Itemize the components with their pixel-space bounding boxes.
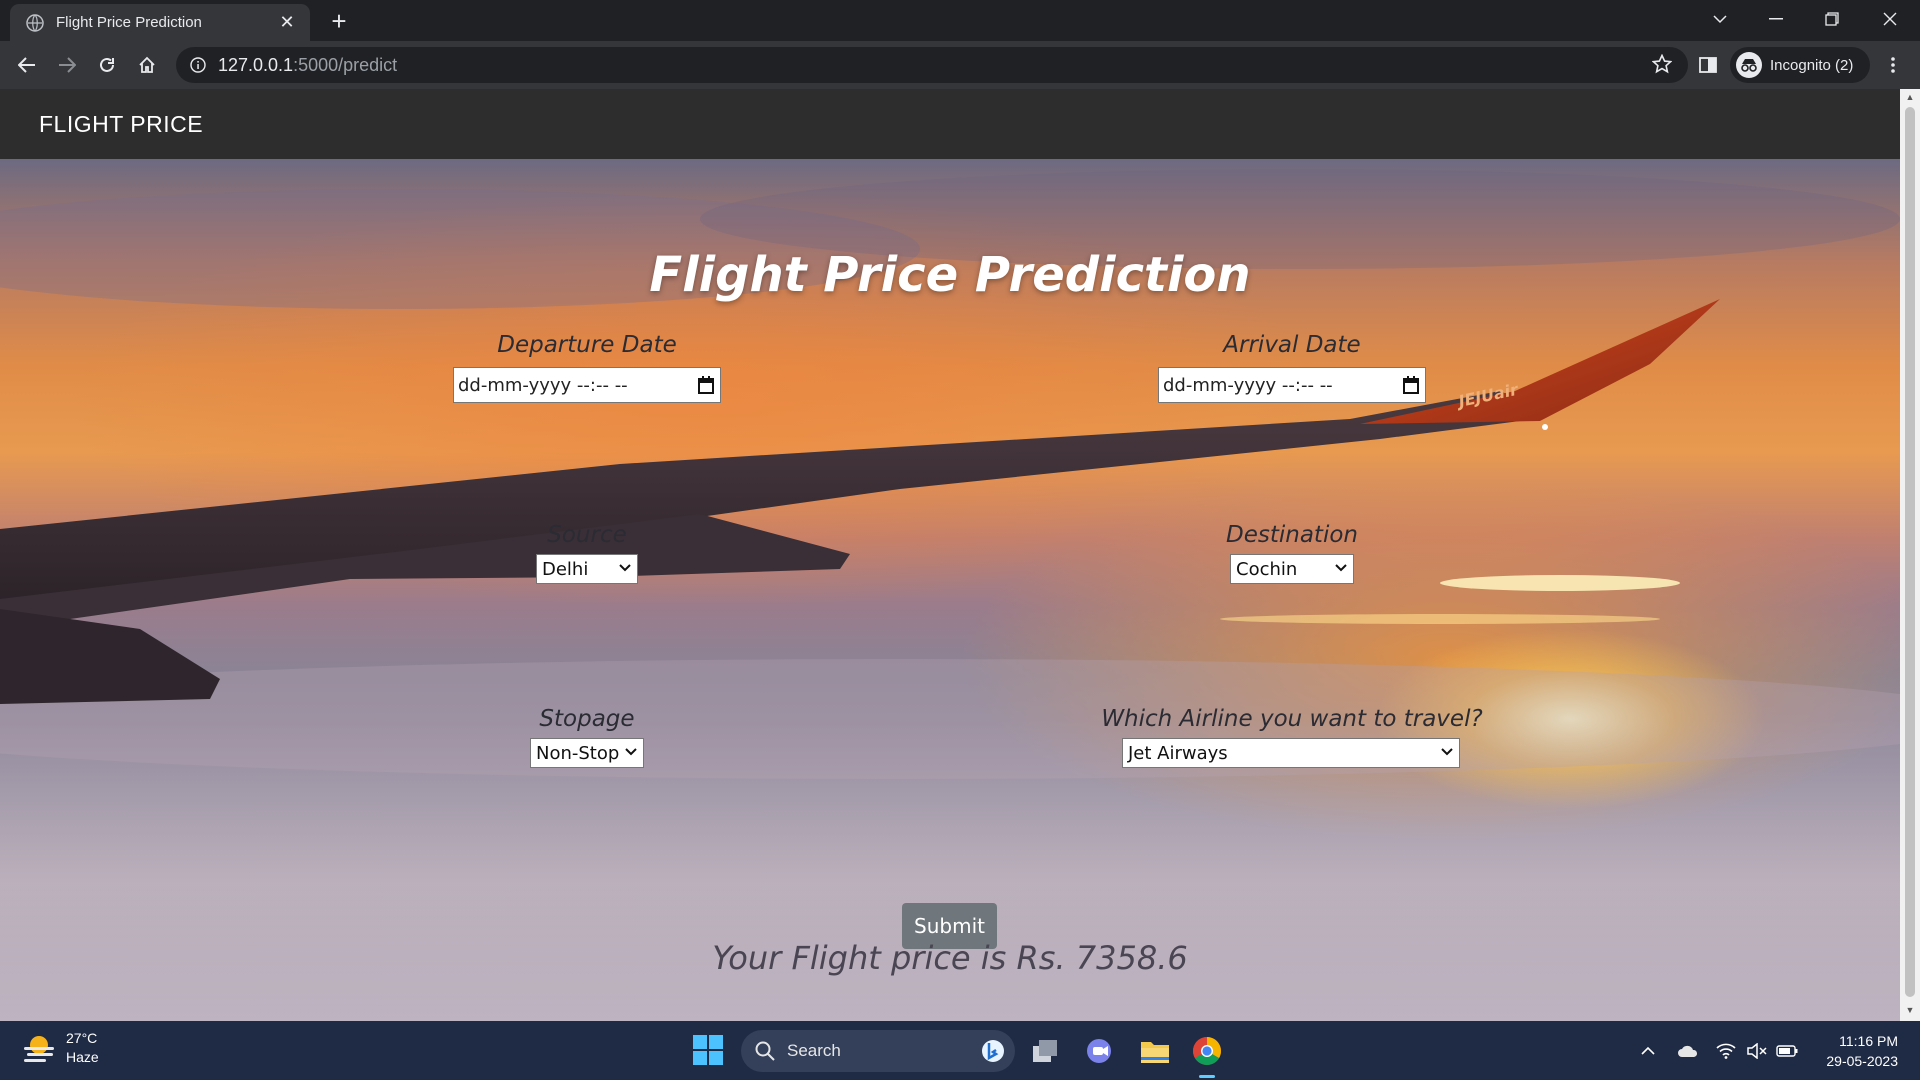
weather-temperature: 27°C — [66, 1030, 98, 1046]
back-arrow-icon[interactable] — [11, 49, 43, 81]
site-navbar: FLIGHT PRICE — [0, 89, 1900, 159]
bookmark-star-icon[interactable] — [1652, 54, 1672, 74]
url-path: :5000/predict — [293, 54, 398, 75]
page-scrollbar[interactable]: ▲ ▼ — [1900, 89, 1920, 1021]
arrival-label: Arrival Date — [1223, 332, 1361, 358]
side-panel-icon[interactable] — [1692, 49, 1724, 81]
clock-date: 29-05-2023 — [1826, 1053, 1898, 1069]
departure-date-input[interactable]: dd-mm-yyyy --:-- -- — [453, 367, 721, 403]
chevron-down-icon — [1335, 564, 1347, 572]
arrival-date-input[interactable]: dd-mm-yyyy --:-- -- — [1158, 367, 1426, 403]
volume-muted-icon[interactable] — [1745, 1039, 1769, 1063]
chrome-icon[interactable] — [1189, 1033, 1225, 1069]
minimize-icon[interactable] — [1756, 4, 1796, 34]
scroll-up-arrow-icon[interactable]: ▲ — [1904, 92, 1916, 104]
incognito-icon — [1736, 52, 1762, 78]
forward-arrow-icon[interactable] — [51, 49, 83, 81]
scroll-thumb[interactable] — [1905, 107, 1915, 997]
active-app-indicator — [1199, 1075, 1215, 1078]
stopage-select[interactable]: Non-Stop — [530, 738, 644, 768]
bing-icon[interactable] — [981, 1039, 1005, 1063]
reload-icon[interactable] — [91, 49, 123, 81]
battery-icon[interactable] — [1775, 1039, 1799, 1063]
page-viewport: FLIGHT PRICE JEJUair Flight Price Predic… — [0, 89, 1900, 1021]
address-bar[interactable]: 127.0.0.1:5000/predict — [176, 47, 1688, 83]
source-value: Delhi — [542, 558, 589, 580]
browser-titlebar: Flight Price Prediction ✕ + — [0, 0, 1920, 41]
show-hidden-icons-chevron-icon[interactable] — [1636, 1039, 1660, 1063]
close-window-icon[interactable] — [1870, 4, 1910, 34]
weather-widget[interactable]: 27°C Haze — [22, 1029, 99, 1067]
chevron-down-icon — [625, 748, 637, 756]
destination-select[interactable]: Cochin — [1230, 554, 1354, 584]
clock-time: 11:16 PM — [1839, 1033, 1898, 1049]
source-select[interactable]: Delhi — [536, 554, 638, 584]
destination-value: Cochin — [1236, 558, 1298, 580]
haze-sun-icon — [24, 1036, 54, 1062]
weather-condition: Haze — [66, 1049, 99, 1065]
new-tab-button[interactable]: + — [324, 6, 354, 37]
departure-label: Departure Date — [497, 332, 677, 358]
stopage-label: Stopage — [539, 706, 635, 732]
close-tab-icon[interactable]: ✕ — [276, 12, 298, 33]
hero-background: JEJUair Flight Price Prediction Departur… — [0, 159, 1900, 1021]
chevron-down-icon — [619, 564, 631, 572]
incognito-profile-button[interactable]: Incognito (2) — [1730, 47, 1870, 83]
airline-value: Jet Airways — [1128, 742, 1228, 764]
kebab-menu-icon[interactable] — [1877, 49, 1909, 81]
calendar-icon[interactable] — [698, 376, 714, 394]
airline-label: Which Airline you want to travel? — [1101, 706, 1483, 732]
stopage-value: Non-Stop — [536, 742, 620, 764]
search-icon — [755, 1041, 775, 1061]
browser-toolbar: 127.0.0.1:5000/predict Incognito (2) — [0, 41, 1920, 89]
prediction-result: Your Flight price is Rs. 7358.6 — [712, 939, 1188, 977]
task-view-icon[interactable] — [1027, 1033, 1063, 1069]
airline-select[interactable]: Jet Airways — [1122, 738, 1460, 768]
tab-title: Flight Price Prediction — [56, 14, 202, 31]
calendar-icon[interactable] — [1403, 376, 1419, 394]
destination-label: Destination — [1226, 522, 1358, 548]
browser-tab[interactable]: Flight Price Prediction ✕ — [10, 4, 310, 41]
teams-chat-icon[interactable] — [1082, 1033, 1118, 1069]
wifi-icon[interactable] — [1714, 1039, 1738, 1063]
windows-start-icon[interactable] — [693, 1035, 723, 1070]
system-clock[interactable]: 11:16 PM 29-05-2023 — [1810, 1031, 1898, 1071]
windows-taskbar: 27°C Haze Search 11:16 PM 29-05-2023 — [0, 1021, 1920, 1080]
page-title: Flight Price Prediction — [649, 247, 1251, 303]
incognito-label: Incognito (2) — [1770, 56, 1854, 74]
globe-icon — [26, 13, 44, 32]
taskbar-search-box[interactable]: Search — [741, 1030, 1015, 1072]
scroll-down-arrow-icon[interactable]: ▼ — [1904, 1005, 1916, 1017]
url-host: 127.0.0.1 — [218, 54, 294, 75]
info-icon[interactable] — [190, 57, 206, 73]
search-label: Search — [787, 1041, 841, 1060]
source-label: Source — [547, 522, 627, 548]
chevron-down-icon — [1441, 748, 1453, 756]
tab-search-chevron-icon[interactable] — [1700, 4, 1740, 34]
file-explorer-icon[interactable] — [1137, 1033, 1173, 1069]
home-icon[interactable] — [131, 49, 163, 81]
departure-placeholder: dd-mm-yyyy --:-- -- — [458, 374, 628, 396]
onedrive-cloud-icon[interactable] — [1676, 1039, 1700, 1063]
brand-link[interactable]: FLIGHT PRICE — [39, 111, 203, 138]
restore-icon[interactable] — [1812, 4, 1852, 34]
arrival-placeholder: dd-mm-yyyy --:-- -- — [1163, 374, 1333, 396]
